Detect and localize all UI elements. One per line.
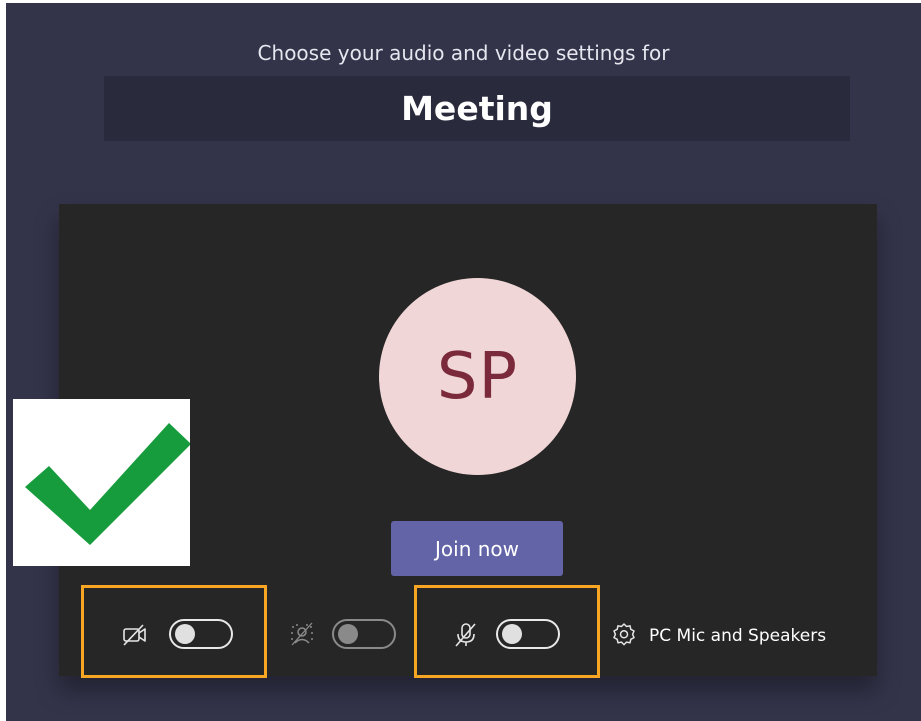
camera-highlight-box (81, 585, 267, 678)
checkmark-panel (13, 399, 191, 566)
background-blur-icon (291, 622, 313, 646)
microphone-highlight-box (414, 585, 600, 678)
avatar-initials: SP (436, 339, 519, 414)
audio-device-label[interactable]: PC Mic and Speakers (649, 626, 826, 646)
join-now-button[interactable]: Join now (391, 521, 563, 576)
avatar: SP (379, 278, 576, 475)
meeting-title: Meeting (401, 89, 553, 128)
settings-subtitle: Choose your audio and video settings for (257, 41, 670, 65)
gear-icon[interactable] (610, 621, 638, 649)
background-blur-toggle (332, 619, 396, 649)
background-blur-toggle-knob (338, 624, 358, 644)
meeting-title-bar: Meeting (104, 76, 850, 141)
checkmark-icon (25, 423, 191, 545)
